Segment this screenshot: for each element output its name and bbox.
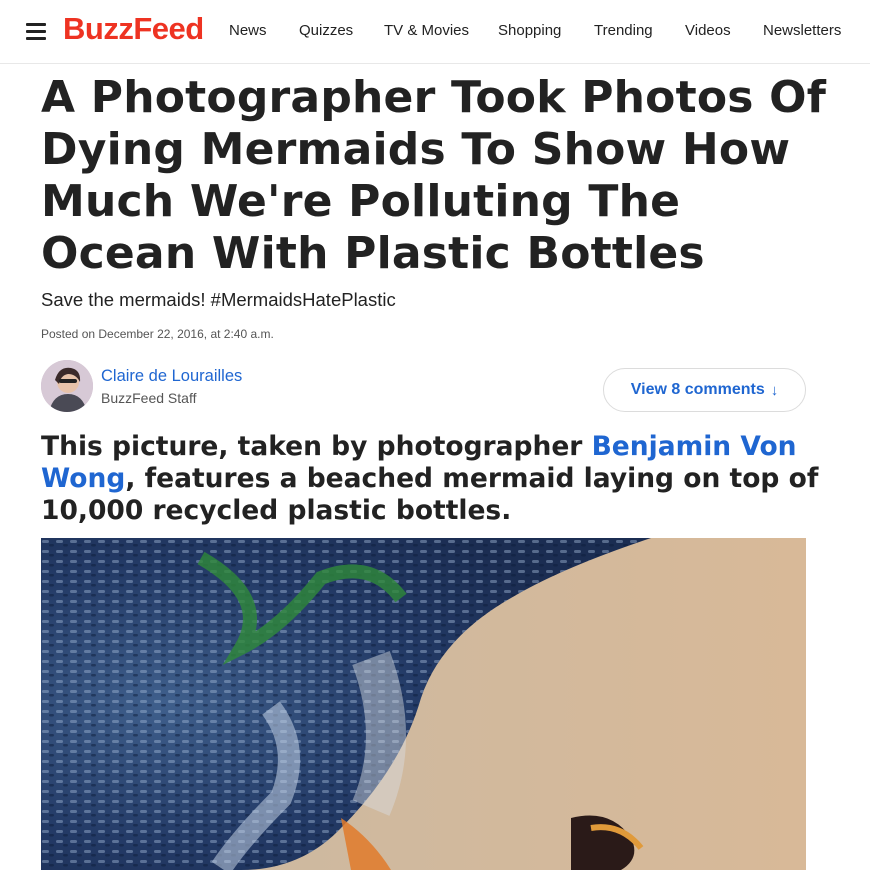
arrow-down-icon: ↓: [770, 381, 779, 399]
author-avatar[interactable]: [41, 360, 93, 412]
hamburger-menu-icon[interactable]: [26, 23, 46, 41]
comments-button-label: View 8 comments: [630, 381, 765, 398]
author-name-link[interactable]: Claire de Lourailles: [101, 367, 242, 386]
nav-item-newsletters[interactable]: Newsletters: [763, 22, 841, 39]
author-role: BuzzFeed Staff: [101, 390, 197, 406]
subhead-text-after: , features a beached mermaid laying on t…: [41, 463, 819, 526]
subhead-text-before: This picture, taken by photographer: [41, 431, 592, 462]
nav-item-trending[interactable]: Trending: [594, 22, 653, 39]
nav-item-news[interactable]: News: [229, 22, 267, 39]
top-navigation-bar: BuzzFeed News Quizzes TV & Movies Shoppi…: [0, 0, 870, 64]
nav-item-tv-movies[interactable]: TV & Movies: [384, 22, 469, 39]
nav-item-videos[interactable]: Videos: [685, 22, 731, 39]
article-subhead: This picture, taken by photographer Benj…: [41, 431, 821, 527]
article-photo: [41, 538, 806, 870]
nav-item-quizzes[interactable]: Quizzes: [299, 22, 353, 39]
article-dek: Save the mermaids! #MermaidsHatePlastic: [41, 289, 396, 310]
buzzfeed-logo[interactable]: BuzzFeed: [63, 11, 204, 47]
article-headline: A Photographer Took Photos Of Dying Merm…: [41, 72, 827, 279]
nav-item-shopping[interactable]: Shopping: [498, 22, 561, 39]
view-comments-button[interactable]: View 8 comments ↓: [603, 368, 806, 412]
posted-date: Posted on December 22, 2016, at 2:40 a.m…: [41, 327, 274, 341]
